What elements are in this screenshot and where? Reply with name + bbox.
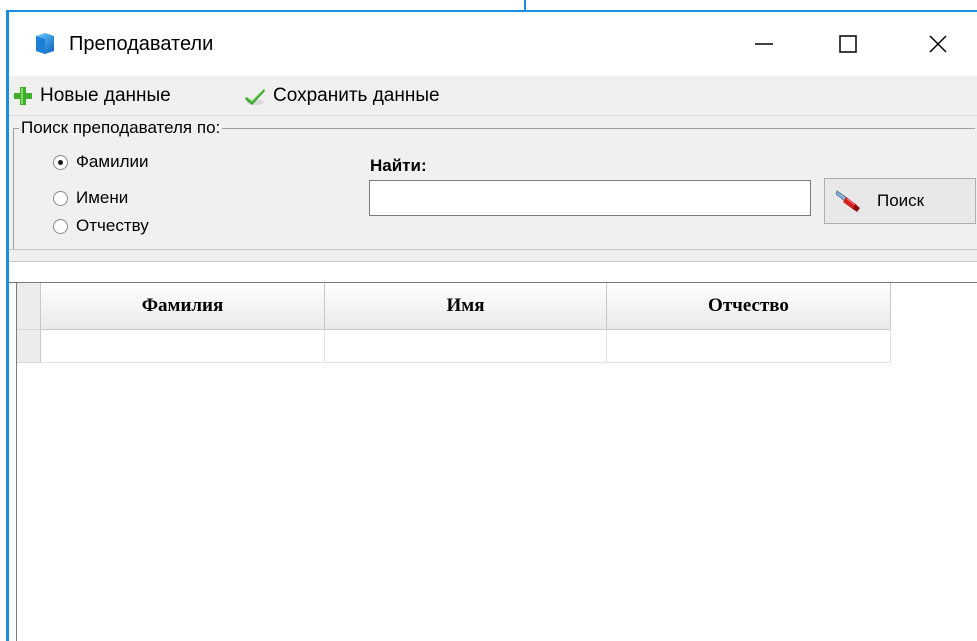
save-data-label: Сохранить данные xyxy=(273,85,440,106)
title-bar[interactable]: Преподаватели xyxy=(9,12,977,76)
column-header-name[interactable]: Имя xyxy=(325,283,607,330)
table-row[interactable] xyxy=(17,330,891,363)
column-header-surname[interactable]: Фамилия xyxy=(41,283,325,330)
close-icon xyxy=(929,35,947,53)
radio-surname-indicator[interactable] xyxy=(53,154,68,170)
radio-patronymic-label: Отчеству xyxy=(76,216,149,235)
window-title: Преподаватели xyxy=(69,33,214,55)
grid-header-row: Фамилия Имя Отчество xyxy=(17,283,891,330)
window-border-notch xyxy=(524,0,526,12)
search-input[interactable] xyxy=(369,180,811,216)
app-icon xyxy=(36,33,54,54)
checkmark-icon xyxy=(245,89,265,105)
toolbar: Новые данные Сохранить данные xyxy=(9,76,977,116)
cell-patronymic[interactable] xyxy=(607,330,891,363)
column-header-patronymic[interactable]: Отчество xyxy=(607,283,891,330)
search-button-label: Поиск xyxy=(877,191,925,210)
radio-name-label: Имени xyxy=(76,188,129,207)
teachers-window: Преподаватели Новые данные Сохранить дан… xyxy=(0,0,977,641)
radio-surname[interactable]: Фамилии xyxy=(53,151,148,173)
radio-patronymic[interactable]: Отчеству xyxy=(53,215,149,237)
radio-name-indicator[interactable] xyxy=(53,190,68,206)
teachers-grid[interactable]: Фамилия Имя Отчество xyxy=(17,283,891,363)
find-label: Найти: xyxy=(370,156,427,175)
cell-name[interactable] xyxy=(325,330,607,363)
maximize-button[interactable] xyxy=(819,12,877,76)
minimize-button[interactable] xyxy=(735,12,793,76)
row-selector[interactable] xyxy=(17,330,41,363)
search-button[interactable]: Поиск xyxy=(824,178,976,224)
search-panel: Поиск преподавателя по: Фамилии Имени От… xyxy=(9,116,977,250)
panel-separator xyxy=(9,249,977,262)
new-data-label: Новые данные xyxy=(40,85,171,106)
grid-corner-cell[interactable] xyxy=(17,283,41,330)
close-button[interactable] xyxy=(909,12,967,76)
new-data-button[interactable]: Новые данные xyxy=(12,80,171,112)
radio-patronymic-indicator[interactable] xyxy=(53,218,68,234)
radio-surname-label: Фамилии xyxy=(76,152,149,171)
cell-surname[interactable] xyxy=(41,330,325,363)
plus-icon xyxy=(14,87,32,105)
maximize-icon xyxy=(839,35,857,53)
search-group-label: Поиск преподавателя по: xyxy=(19,118,223,138)
save-data-button[interactable]: Сохранить данные xyxy=(243,80,440,112)
minimize-icon xyxy=(755,43,773,45)
radio-name[interactable]: Имени xyxy=(53,187,128,209)
flashlight-icon xyxy=(835,190,860,212)
